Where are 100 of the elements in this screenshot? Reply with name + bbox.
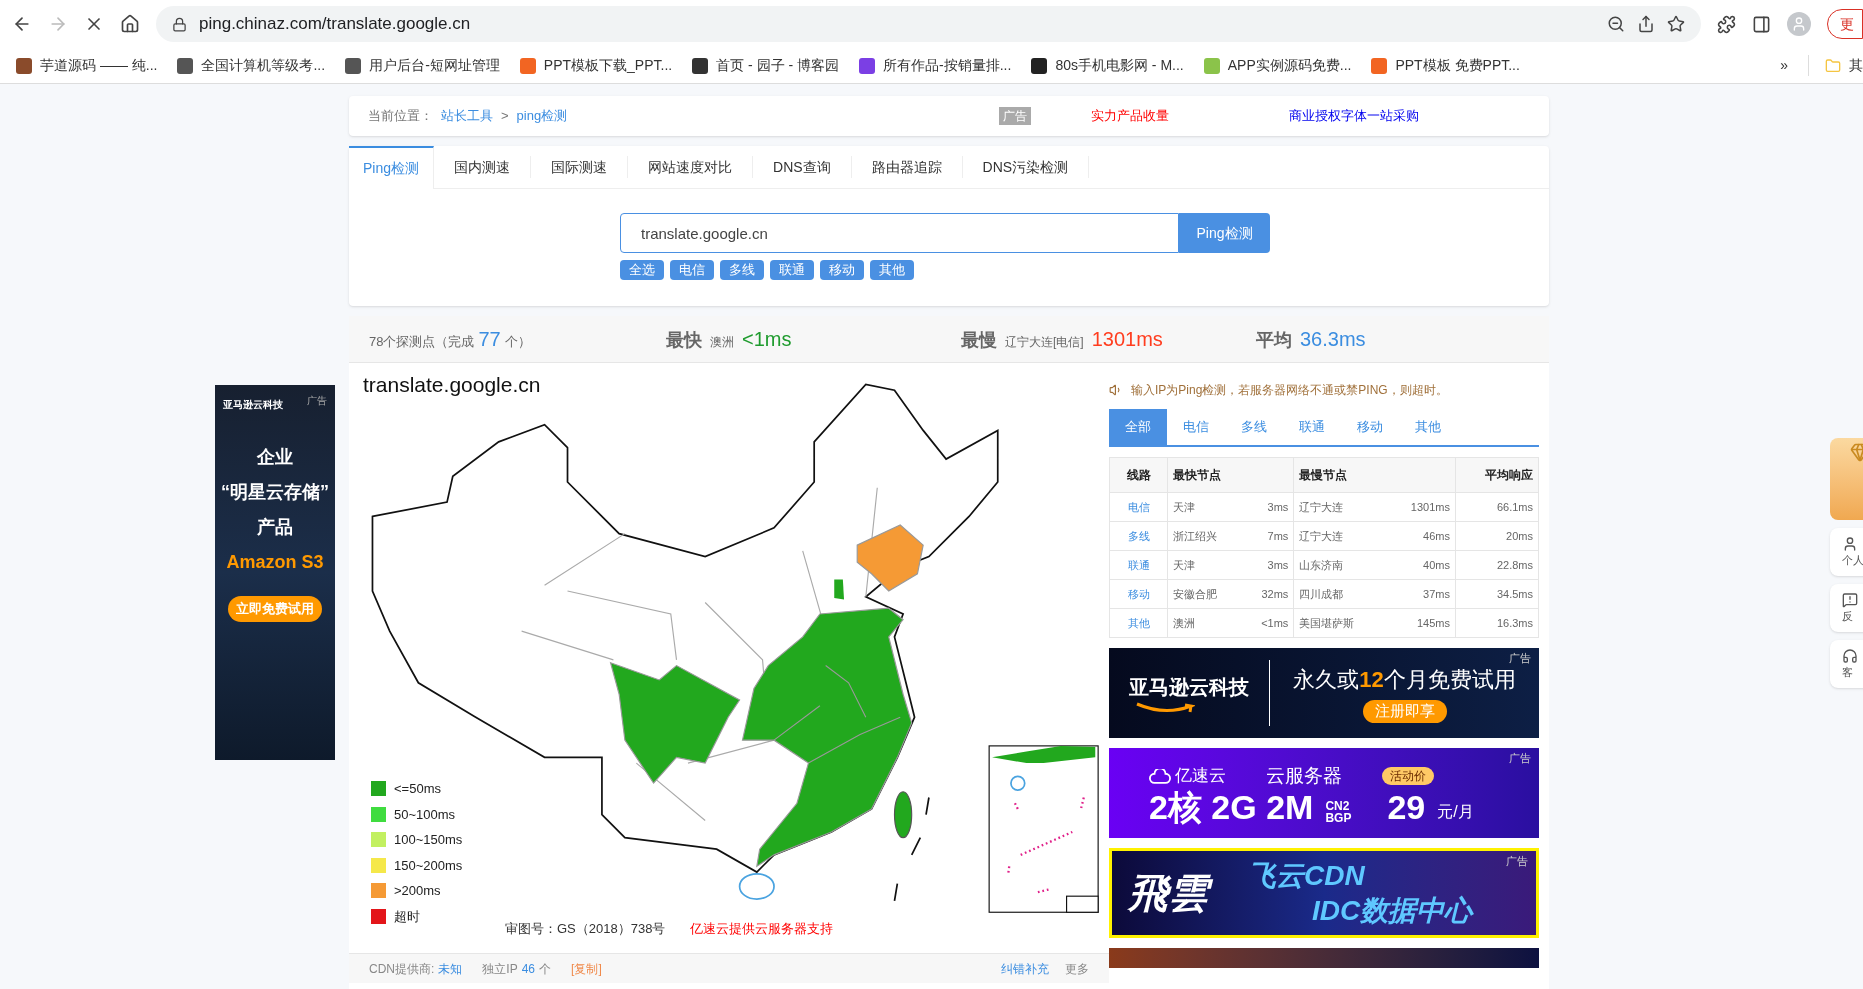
bookmark[interactable]: PPT模板 免费PPT... [1371,55,1520,76]
stat-location: 辽宁大连[电信] [1005,334,1084,351]
notice-text: 输入IP为Ping检测，若服务器网络不通或禁PING，则超时。 [1131,382,1448,399]
breadcrumb-separator: > [501,107,509,126]
table-cell: 37ms [1386,579,1456,609]
cdn-value: 未知 [438,960,463,978]
line-tab[interactable]: 全部 [1109,409,1167,445]
ad-label: 广告 [307,394,327,408]
line-link[interactable]: 电信 [1109,492,1168,522]
table-cell: 3ms [1243,492,1294,522]
promo-link[interactable]: 实力产品收量 [1091,106,1170,126]
tool-tab[interactable]: 网站速度对比 [628,156,754,178]
table-cell: 20ms [1455,521,1539,551]
line-link[interactable]: 联通 [1109,550,1168,580]
stat-location: 澳洲 [710,334,734,351]
sidebar-icon[interactable] [1752,14,1771,34]
share-icon[interactable] [1637,15,1655,33]
address-bar[interactable]: ping.chinaz.com/translate.google.cn [156,6,1701,42]
bookmark[interactable]: 首页 - 园子 - 博客园 [692,55,840,76]
table-cell: 66.1ms [1455,492,1539,522]
bookmark[interactable]: 所有作品-按销量排... [859,55,1012,76]
filter-button[interactable]: 移动 [820,260,864,280]
ip-label: 独立IP [482,960,518,978]
ad-label: 广告 [1509,651,1531,666]
ad-spec: 2核 2G 2M [1149,790,1314,825]
map-title: translate.google.cn [363,372,541,398]
filter-button[interactable]: 全选 [620,260,664,280]
ad-label: 广告 [999,107,1032,125]
stat-label: 最慢 [961,329,997,352]
ad-product: 云服务器 [1266,763,1342,788]
filter-button[interactable]: 电信 [670,260,714,280]
host-input-field[interactable]: translate.google.cn [620,213,1179,253]
line-link[interactable]: 其他 [1109,608,1168,638]
breadcrumb-link[interactable]: 站长工具 [441,106,493,126]
legend-label: 150~200ms [394,856,463,875]
bookmark[interactable]: 全国计算机等级考... [177,55,326,76]
ping-button[interactable]: Ping检测 [1179,213,1270,253]
stat-label: 最快 [666,329,702,352]
bookmark[interactable]: 80s手机电影网 - M... [1031,55,1184,76]
line-tab[interactable]: 联通 [1283,409,1341,445]
bookmark[interactable]: 用户后台-短网址管理 [345,55,500,76]
line-tab[interactable]: 电信 [1167,409,1225,445]
column-header: 平均响应 [1455,457,1539,493]
side-icon [1842,535,1858,552]
more-link[interactable]: 更多 [1065,959,1089,978]
ad-banner[interactable]: 亚马逊云科技 永久或12个月免费试用 注册即享 广告 [1109,648,1539,738]
tool-tab[interactable]: 路由器追踪 [851,156,963,178]
filter-button[interactable]: 联通 [770,260,814,280]
cloud-logo-icon [1149,768,1171,784]
ad-brand: 亚马逊云科技 [222,398,283,412]
column-header: 线路 [1109,457,1168,493]
line-tab[interactable]: 多线 [1225,409,1283,445]
line-link[interactable]: 多线 [1109,521,1168,551]
ad-title: 飞云CDN [1248,859,1366,893]
line-tab[interactable]: 其他 [1399,409,1457,445]
bookmark[interactable]: PPT模板下载_PPT... [519,55,673,76]
legend-label: <=50ms [394,780,441,798]
ad-price: 29 [1387,790,1426,825]
home-icon[interactable] [120,14,140,34]
tool-tab[interactable]: Ping检测 [349,146,435,189]
table-cell: 46ms [1386,521,1456,551]
ip-count: 46 [521,960,536,978]
bookmark[interactable]: 芋道源码 —— 纯... [16,55,158,76]
breadcrumb-link[interactable]: ping检测 [516,106,568,126]
ad-banner[interactable]: 亚马逊云科技 广告 企业 “明星云存储” 产品 Amazon S3 立即免费试用 [215,385,335,760]
tool-tab[interactable]: 国内测速 [434,156,532,178]
lock-icon [172,16,187,32]
line-link[interactable]: 移动 [1109,579,1168,609]
promo-link[interactable]: 商业授权字体一站采购 [1289,106,1420,126]
side-button[interactable]: 个人 [1830,528,1863,576]
ad-logo: 飛雲 [1128,865,1216,921]
star-icon[interactable] [1667,15,1685,33]
ad-text: “明星云存储” [221,481,329,504]
smile-arrow-icon [1135,702,1195,714]
tool-tab[interactable]: 国际测速 [531,156,629,178]
correct-link[interactable]: 纠错补充 [1001,959,1049,978]
ad-unit: 元/月 [1437,802,1474,823]
table-cell: 3ms [1243,550,1294,580]
side-button[interactable]: 客 [1830,640,1863,688]
column-header: 最慢节点 [1293,457,1456,493]
map-approval: 审图号：GS（2018）738号 [505,920,666,938]
tool-tab[interactable]: DNS污染检测 [962,156,1090,178]
legend-label: 100~150ms [394,831,463,849]
filter-button[interactable]: 多线 [720,260,764,280]
side-button[interactable]: 反 [1830,584,1863,632]
bookmark[interactable]: APP实例源码免费... [1203,55,1352,76]
ad-subtitle: IDC数据中心 [1312,894,1473,928]
bookmark-folder[interactable]: 其 [1808,55,1863,76]
ad-text: 产品 [257,516,293,539]
zoom-icon[interactable] [1607,15,1625,33]
table-cell: 1301ms [1386,492,1456,522]
table-cell: 16.3ms [1455,608,1539,638]
filter-button[interactable]: 其他 [870,260,914,280]
tool-tab[interactable]: DNS查询 [753,156,852,178]
extensions-icon[interactable] [1717,14,1736,34]
breadcrumb-label: 当前位置： [368,107,433,126]
more-bookmarks[interactable]: » [1780,55,1788,76]
ad-banner[interactable]: 飛雲 飞云CDN IDC数据中心 广告 [1109,848,1539,938]
table-cell: 22.8ms [1455,550,1539,580]
line-tab[interactable]: 移动 [1341,409,1399,445]
